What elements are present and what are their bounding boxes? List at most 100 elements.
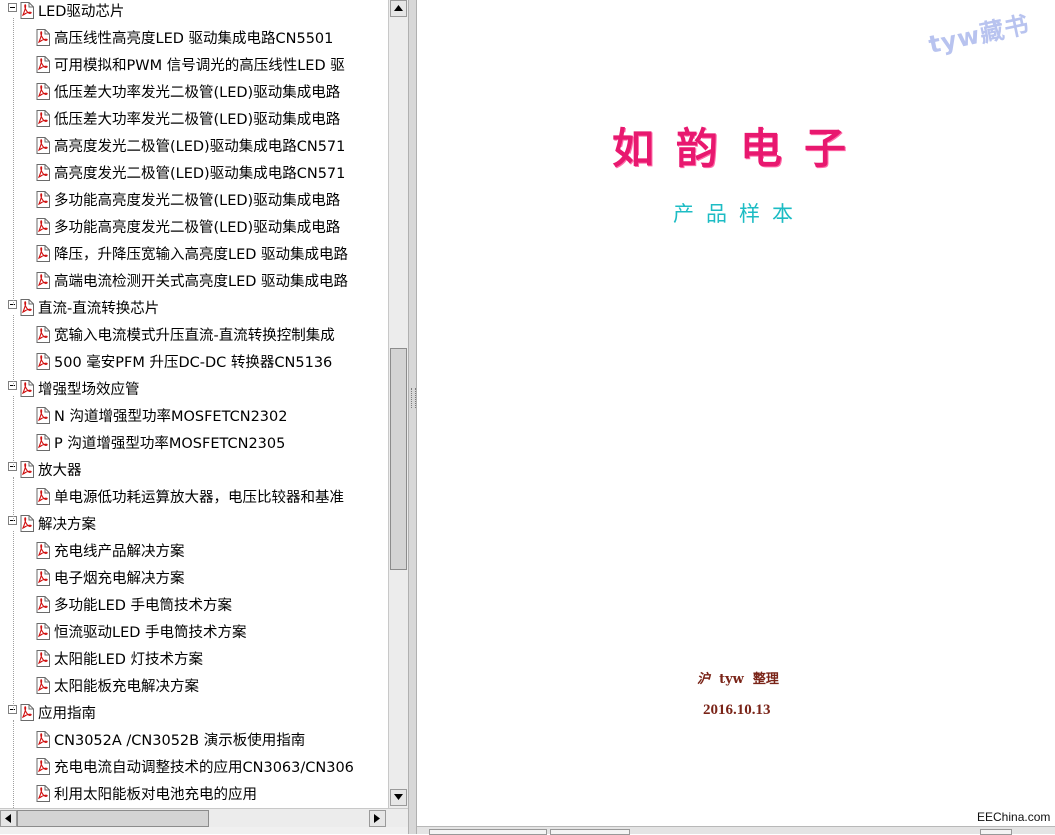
compiled-by-prefix: 沪 <box>697 672 711 687</box>
tree-item-label: LED驱动芯片 <box>38 4 125 20</box>
compiled-by-name: tyw <box>719 672 744 687</box>
tree-item-label: 降压，升降压宽输入高亮度LED 驱动集成电路 <box>54 247 349 263</box>
tree-guide-line <box>13 396 14 467</box>
pdf-icon <box>36 731 50 748</box>
tree-item-label: 太阳能LED 灯技术方案 <box>54 652 204 668</box>
scroll-right-button[interactable] <box>369 810 386 827</box>
catalog-title: 产品样本 <box>673 202 805 226</box>
tree-item-label: 单电源低功耗运算放大器，电压比较器和基准 <box>54 490 344 506</box>
pdf-icon <box>36 245 50 262</box>
tree-document-item[interactable]: 多功能高亮度发光二极管(LED)驱动集成电路 <box>36 189 340 216</box>
collapse-toggle-icon[interactable] <box>8 3 17 12</box>
tree-vertical-scrollbar[interactable] <box>388 0 408 808</box>
tree-item-label: 高压线性高亮度LED 驱动集成电路CN5501 <box>54 31 334 47</box>
tree-item-label: 电子烟充电解决方案 <box>54 571 185 587</box>
bookmark-tree: LED驱动芯片高压线性高亮度LED 驱动集成电路CN5501 可用模拟和PWM 信… <box>0 0 388 808</box>
scroll-down-button[interactable] <box>390 789 407 806</box>
company-name-title: 如韵电子 <box>612 124 869 173</box>
pdf-icon <box>36 785 50 802</box>
splitter-grip-icon <box>411 388 416 408</box>
tree-item-label: 恒流驱动LED 手电筒技术方案 <box>54 625 247 641</box>
tree-document-item[interactable]: 高端电流检测开关式高亮度LED 驱动集成电路 <box>36 270 348 297</box>
tree-item-label: P 沟道增强型功率MOSFETCN2305 <box>54 436 286 452</box>
arrow-down-icon <box>394 794 403 800</box>
tree-item-label: 太阳能板充电解决方案 <box>54 679 199 695</box>
tree-guide-line <box>13 531 14 710</box>
tree-horizontal-scroll-thumb[interactable] <box>17 810 209 827</box>
tree-category-item[interactable]: 解决方案 <box>8 513 96 540</box>
tree-document-item[interactable]: 降压，升降压宽输入高亮度LED 驱动集成电路 <box>36 243 348 270</box>
tree-category-item[interactable]: 应用指南 <box>8 702 96 729</box>
pdf-icon <box>36 110 50 127</box>
tree-document-item[interactable]: N 沟道增强型功率MOSFETCN2302 <box>36 405 287 432</box>
pdf-icon <box>20 515 34 532</box>
tree-document-item[interactable]: 利用太阳能板对电池充电的应用 <box>36 783 257 808</box>
tree-document-item[interactable]: 太阳能LED 灯技术方案 <box>36 648 203 675</box>
tree-document-item[interactable]: 太阳能板充电解决方案 <box>36 675 199 702</box>
tree-document-item[interactable]: 充电电流自动调整技术的应用CN3063/CN306 <box>36 756 354 783</box>
tree-document-item[interactable]: 500 毫安PFM 升压DC-DC 转换器CN5136 <box>36 351 332 378</box>
pdf-icon <box>36 542 50 559</box>
tree-document-item[interactable]: 单电源低功耗运算放大器，电压比较器和基准 <box>36 486 344 513</box>
pdf-icon <box>36 29 50 46</box>
tree-guide-line <box>13 720 14 808</box>
tree-item-label: 低压差大功率发光二极管(LED)驱动集成电路 <box>54 85 341 101</box>
arrow-right-icon <box>374 814 380 823</box>
pdf-icon <box>36 164 50 181</box>
scroll-up-button[interactable] <box>390 0 407 17</box>
tree-document-item[interactable]: 高亮度发光二极管(LED)驱动集成电路CN571 <box>36 162 345 189</box>
document-page: tyw藏书 如韵电子 产品样本 沪 tyw 整理 2016.10.13 EECh… <box>417 0 1055 826</box>
tree-item-label: 可用模拟和PWM 信号调光的高压线性LED 驱 <box>54 58 345 74</box>
tree-document-item[interactable]: CN3052A /CN3052B 演示板使用指南 <box>36 729 305 756</box>
pdf-icon <box>36 218 50 235</box>
pdf-icon <box>36 56 50 73</box>
bottom-tab-1[interactable] <box>429 829 547 835</box>
pdf-icon <box>20 704 34 721</box>
pdf-icon <box>36 326 50 343</box>
pdf-icon <box>36 650 50 667</box>
tree-document-item[interactable]: 高亮度发光二极管(LED)驱动集成电路CN571 <box>36 135 345 162</box>
tree-item-label: 应用指南 <box>38 706 96 722</box>
tree-document-item[interactable]: 高压线性高亮度LED 驱动集成电路CN5501 <box>36 27 333 54</box>
compiled-by-line: 沪 tyw 整理 <box>697 668 779 687</box>
tree-document-item[interactable]: 低压差大功率发光二极管(LED)驱动集成电路 <box>36 108 340 135</box>
tree-item-label: 充电线产品解决方案 <box>54 544 185 560</box>
tree-category-item[interactable]: 放大器 <box>8 459 82 486</box>
tree-document-item[interactable]: 宽输入电流模式升压直流-直流转换控制集成 <box>36 324 335 351</box>
tree-horizontal-scrollbar[interactable] <box>0 808 408 827</box>
pdf-icon <box>36 758 50 775</box>
pane-splitter[interactable] <box>408 0 417 834</box>
tree-document-item[interactable]: 多功能高亮度发光二极管(LED)驱动集成电路 <box>36 216 340 243</box>
tree-item-label: 直流-直流转换芯片 <box>38 301 160 317</box>
tree-category-item[interactable]: 直流-直流转换芯片 <box>8 297 159 324</box>
tree-item-label: 低压差大功率发光二极管(LED)驱动集成电路 <box>54 112 341 128</box>
tree-document-item[interactable]: 电子烟充电解决方案 <box>36 567 185 594</box>
pdf-icon <box>20 380 34 397</box>
tree-document-item[interactable]: 多功能LED 手电筒技术方案 <box>36 594 232 621</box>
watermark-stamp: tyw藏书 <box>926 10 1033 60</box>
tree-item-label: 放大器 <box>38 463 82 479</box>
tree-guide-line <box>13 315 14 386</box>
tree-document-item[interactable]: 恒流驱动LED 手电筒技术方案 <box>36 621 247 648</box>
document-bottom-bar <box>417 826 1055 835</box>
tree-vertical-scroll-thumb[interactable] <box>390 348 407 571</box>
pdf-icon <box>36 353 50 370</box>
bookmark-tree-pane: LED驱动芯片高压线性高亮度LED 驱动集成电路CN5501 可用模拟和PWM 信… <box>0 0 408 834</box>
tree-bottom-strip <box>0 827 408 834</box>
tree-category-item[interactable]: 增强型场效应管 <box>8 378 140 405</box>
tree-item-label: 解决方案 <box>38 517 96 533</box>
pdf-icon <box>36 677 50 694</box>
tree-item-label: 多功能LED 手电筒技术方案 <box>54 598 233 614</box>
tree-item-label: 增强型场效应管 <box>38 382 140 398</box>
tree-document-item[interactable]: 低压差大功率发光二极管(LED)驱动集成电路 <box>36 81 340 108</box>
pdf-icon <box>36 434 50 451</box>
pdf-icon <box>36 272 50 289</box>
bottom-tab-3[interactable] <box>980 829 1012 835</box>
tree-document-item[interactable]: P 沟道增强型功率MOSFETCN2305 <box>36 432 285 459</box>
arrow-left-icon <box>5 814 11 823</box>
tree-document-item[interactable]: 充电线产品解决方案 <box>36 540 185 567</box>
tree-category-item[interactable]: LED驱动芯片 <box>8 0 124 27</box>
bottom-tab-2[interactable] <box>550 829 630 835</box>
scroll-left-button[interactable] <box>0 810 17 827</box>
tree-document-item[interactable]: 可用模拟和PWM 信号调光的高压线性LED 驱 <box>36 54 345 81</box>
